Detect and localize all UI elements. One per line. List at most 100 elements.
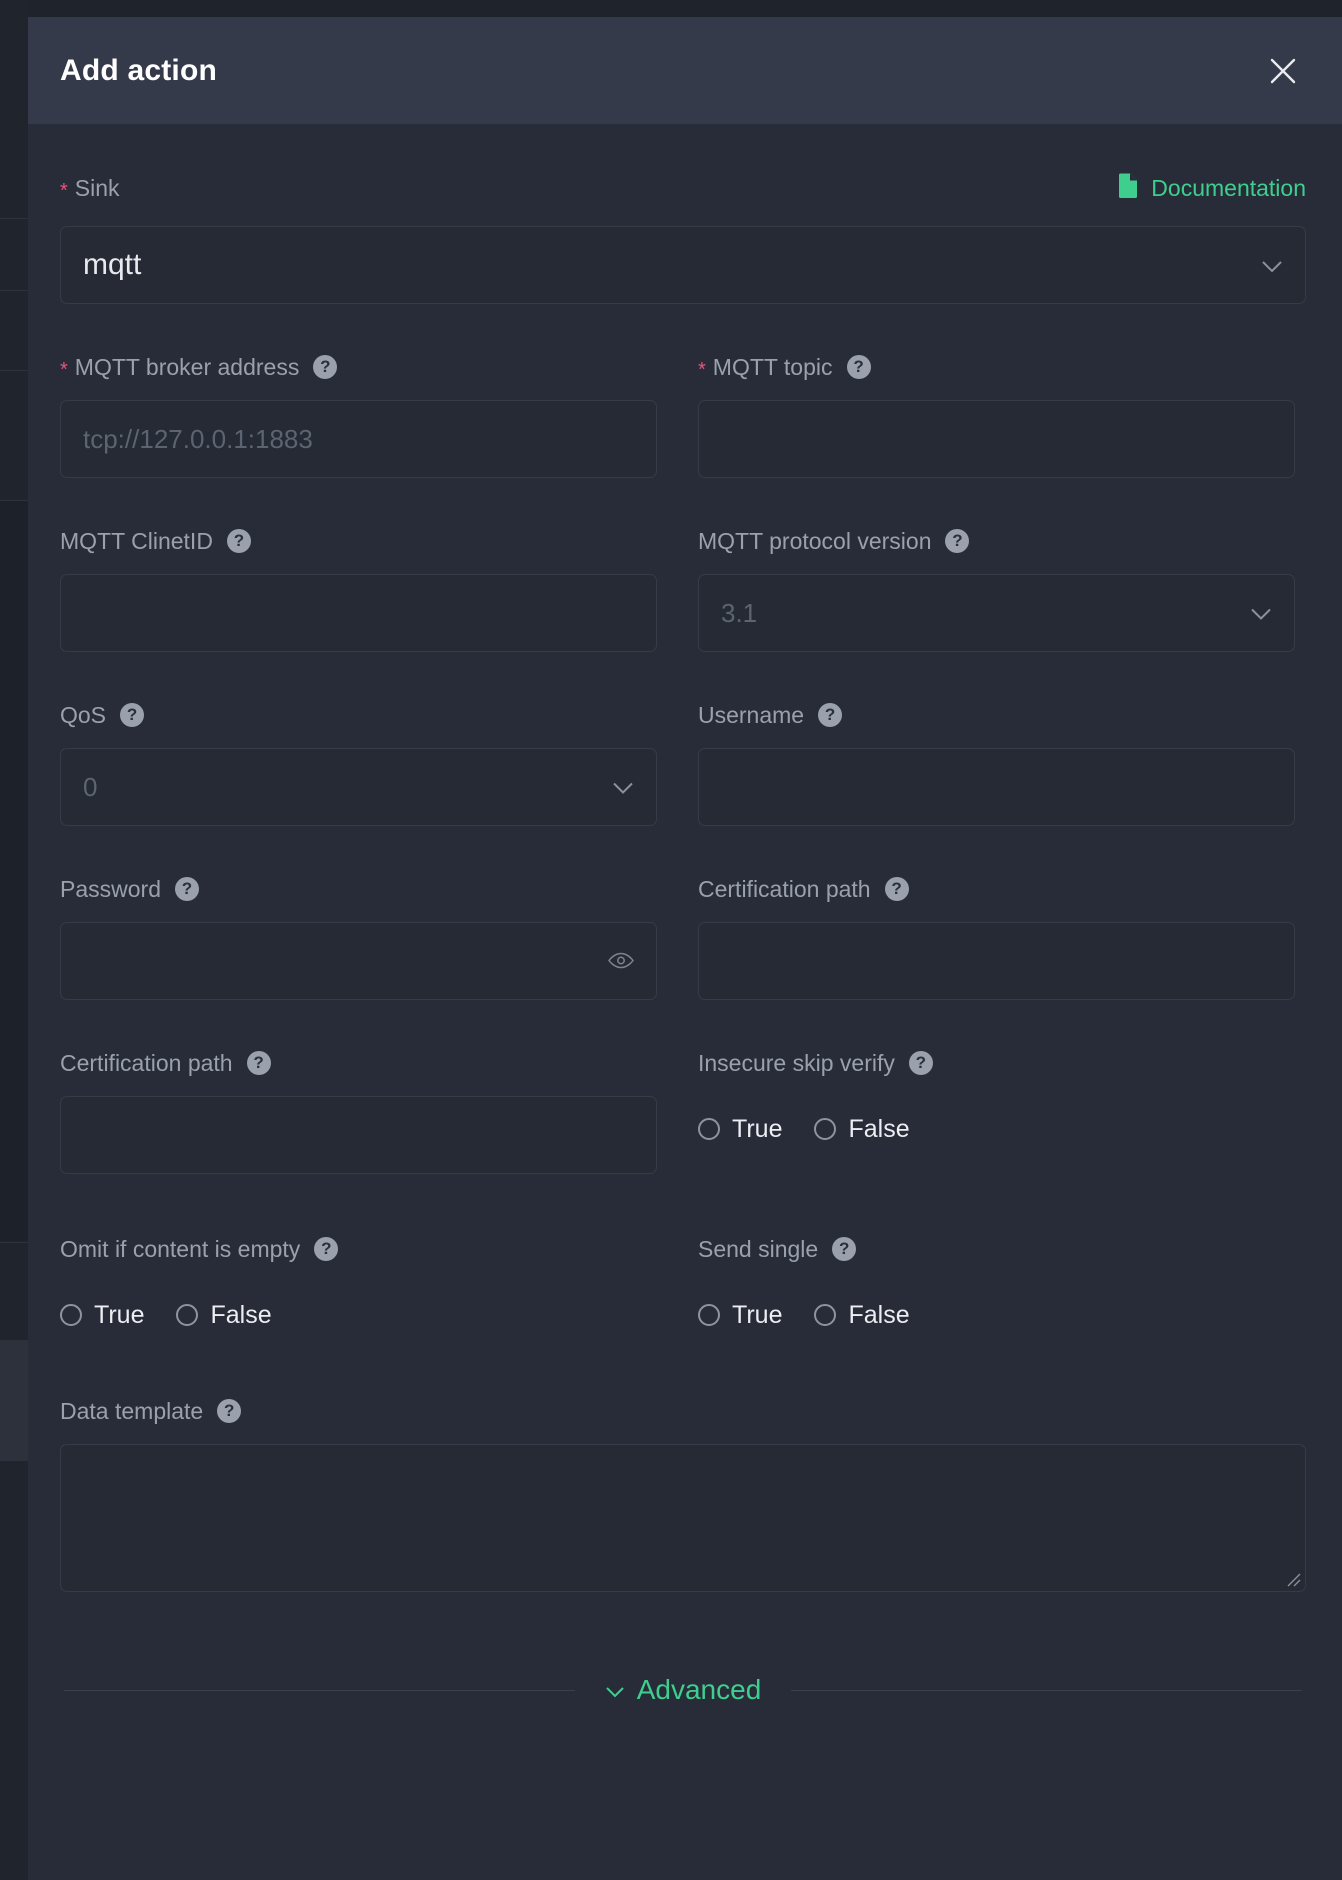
omit-if-content-is-empty-radio-group: True False xyxy=(60,1282,657,1342)
backdrop-panel xyxy=(0,501,28,1241)
qos-label: QoS xyxy=(60,701,107,728)
field-certification-path-2: Certification path ? xyxy=(60,1048,657,1174)
form-row-qos-username: QoS ? 0 Username ? xyxy=(60,700,1306,826)
radio-icon xyxy=(814,1118,837,1140)
certification-path-input[interactable] xyxy=(698,922,1295,1000)
protocol-version-placeholder: 3.1 xyxy=(721,597,758,628)
client-id-input[interactable] xyxy=(60,574,657,652)
send-single-option-false[interactable]: False xyxy=(814,1300,910,1330)
certification-path-2-input[interactable] xyxy=(60,1096,657,1174)
form-row-password-cert: Password ? Certification path ? xyxy=(60,874,1306,1000)
topic-label: MQTT topic xyxy=(712,353,833,380)
omit-if-content-is-empty-option-false[interactable]: False xyxy=(176,1301,272,1330)
backdrop-divider xyxy=(0,218,28,219)
chevron-down-icon xyxy=(612,772,634,803)
omit-if-content-is-empty-label: Omit if content is empty xyxy=(60,1235,301,1262)
required-marker: * xyxy=(698,359,706,381)
advanced-toggle-button[interactable]: Advanced xyxy=(575,1674,792,1706)
data-template-textarea[interactable] xyxy=(60,1444,1306,1592)
question-mark-icon[interactable]: ? xyxy=(846,355,871,379)
form-row-cert2-insecure: Certification path ? Insecure skip verif… xyxy=(60,1048,1306,1174)
radio-icon xyxy=(176,1304,199,1326)
form-row-broker-topic: * MQTT broker address ? tcp://127.0.0.1:… xyxy=(60,352,1306,478)
required-marker: * xyxy=(60,180,68,202)
close-icon[interactable] xyxy=(1260,48,1306,94)
question-mark-icon[interactable]: ? xyxy=(217,1399,242,1423)
insecure-skip-verify-label: Insecure skip verify xyxy=(698,1049,895,1076)
username-input[interactable] xyxy=(698,748,1295,826)
document-icon xyxy=(1117,172,1139,204)
send-single-label: Send single xyxy=(698,1235,819,1262)
documentation-label: Documentation xyxy=(1151,174,1306,201)
form-row-omit-sendsingle: Omit if content is empty ? True False Se… xyxy=(60,1234,1306,1342)
question-mark-icon[interactable]: ? xyxy=(246,1051,271,1075)
field-insecure-skip-verify: Insecure skip verify ? True False xyxy=(698,1048,1295,1174)
question-mark-icon[interactable]: ? xyxy=(818,703,843,727)
required-marker: * xyxy=(60,359,68,381)
modal-header: Add action xyxy=(28,17,1342,124)
question-mark-icon[interactable]: ? xyxy=(945,529,970,553)
send-single-radio-group: True False xyxy=(698,1282,1295,1342)
insecure-skip-verify-option-true[interactable]: True xyxy=(698,1115,782,1144)
question-mark-icon[interactable]: ? xyxy=(226,529,251,553)
protocol-version-select[interactable]: 3.1 xyxy=(698,574,1295,652)
eye-icon[interactable] xyxy=(608,946,634,977)
certification-path-2-label: Certification path xyxy=(60,1049,233,1076)
question-mark-icon[interactable]: ? xyxy=(120,703,145,727)
password-input[interactable] xyxy=(60,922,657,1000)
omit-if-content-is-empty-option-true[interactable]: True xyxy=(60,1301,144,1330)
advanced-section-divider: Advanced xyxy=(60,1674,1306,1706)
advanced-label: Advanced xyxy=(636,1674,762,1705)
radio-label: False xyxy=(848,1300,910,1329)
field-send-single: Send single ? True False xyxy=(698,1234,1295,1342)
question-mark-icon[interactable]: ? xyxy=(314,1237,339,1261)
topic-input[interactable] xyxy=(698,400,1295,478)
data-template-label: Data template xyxy=(60,1397,204,1424)
insecure-skip-verify-option-false[interactable]: False xyxy=(814,1114,910,1144)
broker-address-input[interactable]: tcp://127.0.0.1:1883 xyxy=(60,400,657,478)
backdrop-divider xyxy=(0,290,28,291)
field-omit-if-content-is-empty: Omit if content is empty ? True False xyxy=(60,1234,657,1342)
field-qos: QoS ? 0 xyxy=(60,700,657,826)
field-client-id: MQTT ClinetID ? xyxy=(60,526,657,652)
divider-right xyxy=(791,1689,1303,1691)
chevron-down-icon xyxy=(1250,598,1272,629)
field-broker-address: * MQTT broker address ? tcp://127.0.0.1:… xyxy=(60,352,657,478)
chevron-down-icon xyxy=(1261,248,1283,282)
username-label: Username xyxy=(698,701,805,728)
question-mark-icon[interactable]: ? xyxy=(313,355,338,379)
field-data-template: Data template ? xyxy=(60,1396,1306,1592)
sink-selected-value: mqtt xyxy=(83,248,142,281)
chevron-down-icon xyxy=(605,1674,625,1706)
question-mark-icon[interactable]: ? xyxy=(832,1237,857,1261)
field-certification-path: Certification path ? xyxy=(698,874,1295,1000)
question-mark-icon[interactable]: ? xyxy=(908,1051,933,1075)
radio-label: True xyxy=(94,1300,145,1329)
field-password: Password ? xyxy=(60,874,657,1000)
page-title: Add action xyxy=(60,53,217,87)
modal-body: * Sink Documentation mqtt * MQTT broker … xyxy=(28,124,1342,1706)
insecure-skip-verify-radio-group: True False xyxy=(698,1096,1295,1156)
backdrop-divider xyxy=(0,1460,28,1461)
form-row-clientid-protocol: MQTT ClinetID ? MQTT protocol version ? … xyxy=(60,526,1306,652)
radio-icon xyxy=(698,1304,720,1326)
sink-label: Sink xyxy=(74,174,120,201)
field-username: Username ? xyxy=(698,700,1295,826)
radio-icon xyxy=(814,1304,837,1326)
radio-label: True xyxy=(732,1114,783,1143)
sink-select[interactable]: mqtt xyxy=(60,226,1306,304)
protocol-version-label: MQTT protocol version xyxy=(698,527,932,554)
resize-handle-icon[interactable] xyxy=(1287,1573,1301,1587)
question-mark-icon[interactable]: ? xyxy=(884,877,909,901)
add-action-modal: Add action * Sink Documentation mqtt * M… xyxy=(28,17,1342,1880)
backdrop-divider xyxy=(0,1242,28,1243)
broker-address-label: MQTT broker address xyxy=(74,353,300,380)
qos-select[interactable]: 0 xyxy=(60,748,657,826)
radio-label: False xyxy=(848,1114,910,1143)
radio-icon xyxy=(60,1304,82,1326)
sink-field-header: * Sink Documentation xyxy=(60,172,1306,204)
client-id-label: MQTT ClinetID xyxy=(60,527,213,554)
documentation-link[interactable]: Documentation xyxy=(1117,172,1306,204)
question-mark-icon[interactable]: ? xyxy=(174,877,199,901)
send-single-option-true[interactable]: True xyxy=(698,1301,782,1330)
